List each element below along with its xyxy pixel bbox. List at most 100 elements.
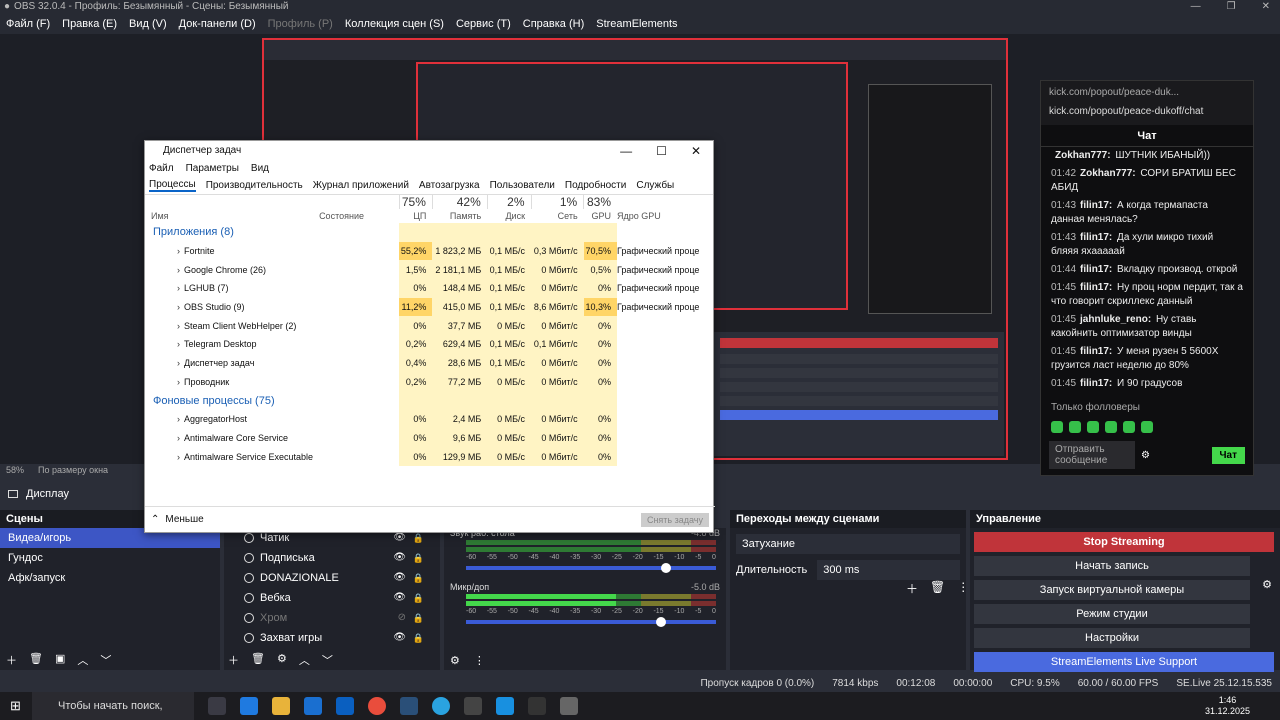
lock-icon[interactable]: 🔒 [413, 548, 424, 568]
task-manager-window[interactable]: Диспетчер задач — ☐ ✕ Файл Параметры Вид П… [144, 140, 715, 533]
virtual-camera-button[interactable]: Запуск виртуальной камеры [974, 580, 1250, 600]
maximize-icon[interactable]: ❐ [1227, 0, 1236, 14]
tm-menu-options[interactable]: Параметры [186, 161, 239, 177]
menu-help[interactable]: Справка (H) [523, 18, 584, 30]
kick-message-user[interactable]: filin17: [1080, 282, 1112, 293]
expand-icon[interactable]: › [177, 414, 180, 424]
volume-knob[interactable] [656, 617, 666, 627]
expand-icon[interactable]: › [177, 246, 180, 256]
explorer-icon[interactable] [272, 697, 290, 715]
kick-message-user[interactable]: filin17: [1080, 378, 1112, 389]
remove-scene-icon[interactable]: 🗑 [29, 652, 43, 668]
obs-icon[interactable] [464, 697, 482, 715]
start-recording-button[interactable]: Начать запись [974, 556, 1250, 576]
menu-edit[interactable]: Правка (E) [62, 18, 117, 30]
col-status[interactable]: Состояние [319, 209, 399, 223]
process-row[interactable]: › Диспетчер задач 0,4% 28,6 МБ 0,1 МБ/с 0 Мби… [147, 353, 707, 373]
hidden-icon[interactable]: ⊘ [398, 608, 406, 628]
edge-icon[interactable] [240, 697, 258, 715]
scene-item[interactable]: Афк/запуск [0, 568, 220, 588]
volume-slider[interactable] [466, 563, 716, 573]
expand-icon[interactable]: › [177, 339, 180, 349]
zoom-level[interactable]: 58% [6, 465, 24, 477]
kick-tab-title[interactable]: kick.com/popout/peace-duk... [1049, 87, 1245, 98]
tab-services[interactable]: Службы [636, 180, 674, 191]
mixer-settings-icon[interactable]: ⚙ [450, 654, 460, 667]
lghub-icon[interactable] [528, 697, 546, 715]
process-row[interactable]: › Fortnite 55,2% 1 823,2 МБ 0,1 МБ/с 0,3 Мбит… [147, 241, 707, 261]
telegram-icon[interactable] [432, 697, 450, 715]
tab-processes[interactable]: Процессы [149, 179, 196, 192]
zoom-fit[interactable]: По размеру окна [38, 465, 108, 477]
kick-send-input[interactable]: Отправить сообщение [1049, 441, 1135, 469]
app-icon[interactable] [496, 697, 514, 715]
add-scene-icon[interactable]: ＋ [6, 652, 17, 668]
studio-mode-button[interactable]: Режим студии [974, 604, 1250, 624]
mixer-menu-icon[interactable]: ⋮ [474, 654, 485, 667]
volume-knob[interactable] [661, 563, 671, 573]
tab-users[interactable]: Пользователи [490, 180, 555, 191]
kick-message-user[interactable]: filin17: [1080, 346, 1112, 357]
expand-icon[interactable]: › [177, 452, 180, 462]
menu-profile[interactable]: Профиль (P) [268, 18, 333, 30]
kick-message-user[interactable]: Zokhan777: [1080, 168, 1136, 179]
process-row[interactable]: › LGHUB (7) 0% 148,4 МБ 0,1 МБ/с 0 Мбит/с 0% Гр… [147, 279, 707, 298]
kick-chat-window[interactable]: kick.com/popout/peace-duk... kick.com/po… [1040, 80, 1254, 476]
kick-settings-icon[interactable]: ⚙ [1141, 450, 1150, 461]
process-row[interactable]: › Google Chrome (26) 1,5% 2 181,1 МБ 0,1 МБ/… [147, 260, 707, 280]
process-row[interactable]: › Steam Client WebHelper (2) 0% 37,7 МБ 0 МБ… [147, 316, 707, 336]
stop-streaming-button[interactable]: Stop Streaming [974, 532, 1274, 552]
tab-app-history[interactable]: Журнал приложений [313, 180, 409, 191]
menu-docks[interactable]: Док-панели (D) [179, 18, 256, 30]
taskbar-clock[interactable]: 1:46 31.12.2025 [1205, 695, 1280, 717]
expand-icon[interactable]: › [177, 302, 180, 312]
menu-file[interactable]: Файл (F) [6, 18, 50, 30]
visibility-icon[interactable]: 👁 [393, 548, 406, 568]
source-item[interactable]: Захват игры 👁 🔒 [224, 628, 440, 648]
lock-icon[interactable]: 🔒 [413, 628, 424, 648]
move-down-icon[interactable]: ﹀ [322, 652, 333, 668]
kick-message-user[interactable]: filin17: [1080, 232, 1112, 243]
kick-message-user[interactable]: Zokhan777: [1055, 150, 1111, 161]
store-icon[interactable] [304, 697, 322, 715]
menu-scene-collection[interactable]: Коллекция сцен (S) [345, 18, 444, 30]
task-manager-icon[interactable] [560, 697, 578, 715]
tab-startup[interactable]: Автозагрузка [419, 180, 480, 191]
expand-icon[interactable]: › [177, 265, 180, 275]
source-item[interactable]: Хром ⊘ 🔒 [224, 608, 440, 628]
source-item[interactable]: DONAZIONALE 👁 🔒 [224, 568, 440, 588]
expand-icon[interactable]: › [177, 358, 180, 368]
move-down-icon[interactable]: ﹀ [100, 652, 111, 668]
visibility-icon[interactable]: 👁 [393, 588, 406, 608]
process-row[interactable]: › Antimalware Core Service 0% 9,6 МБ 0 МБ/с 0… [147, 428, 707, 448]
lock-icon[interactable]: 🔒 [413, 588, 424, 608]
process-row[interactable]: › Antimalware Service Executable 0% 129,9 М… [147, 447, 707, 466]
col-net[interactable]: Сеть [531, 209, 584, 223]
tm-menu-view[interactable]: Вид [251, 161, 269, 177]
tab-details[interactable]: Подробности [565, 180, 626, 191]
mail-icon[interactable] [336, 697, 354, 715]
close-icon[interactable]: ✕ [1262, 0, 1270, 14]
windows-start-icon[interactable]: ⊞ [10, 698, 21, 714]
minimize-icon[interactable]: — [1191, 0, 1201, 14]
fewer-details-link[interactable]: Меньше [165, 514, 203, 525]
duration-input[interactable]: 300 ms [817, 560, 960, 580]
move-up-icon[interactable]: ︿ [299, 652, 310, 668]
tab-performance[interactable]: Производительность [206, 180, 303, 191]
kick-url[interactable]: kick.com/popout/peace-dukoff/chat [1049, 106, 1245, 117]
col-mem[interactable]: Память [432, 209, 487, 223]
minimize-icon[interactable]: — [620, 141, 632, 161]
volume-slider[interactable] [466, 617, 716, 627]
close-icon[interactable]: ✕ [691, 141, 701, 161]
support-button[interactable]: StreamElements Live Support [974, 652, 1274, 672]
remove-source-icon[interactable]: 🗑 [251, 652, 265, 668]
transition-menu-icon[interactable]: ⋮ [957, 580, 969, 597]
lock-icon[interactable]: 🔒 [413, 568, 424, 588]
source-properties-icon[interactable]: ⚙ [277, 652, 287, 668]
settings-button[interactable]: Настройки [974, 628, 1250, 648]
menu-streamelements[interactable]: StreamElements [596, 18, 677, 30]
kick-message-user[interactable]: filin17: [1080, 200, 1112, 211]
col-gpu[interactable]: GPU [584, 209, 617, 223]
maximize-icon[interactable]: ☐ [656, 141, 667, 161]
kick-message-user[interactable]: filin17: [1080, 264, 1112, 275]
